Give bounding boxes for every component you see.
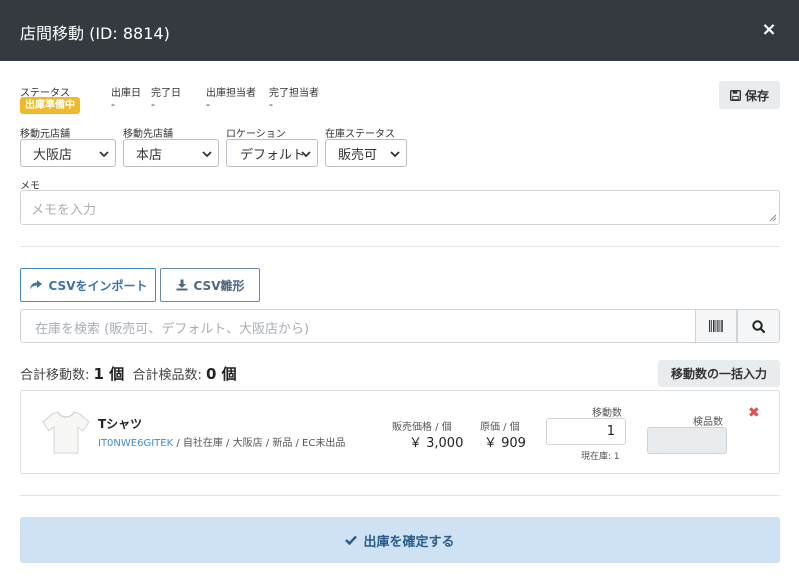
chevron-down-icon: [202, 151, 212, 158]
current-stock-note: 現在庫: 1: [581, 452, 620, 462]
ship-date-value: -: [111, 98, 115, 111]
search-icon: [752, 319, 765, 333]
save-icon: [729, 89, 741, 101]
barcode-button[interactable]: [695, 309, 737, 343]
bulk-quantity-button[interactable]: 移動数の一括入力: [658, 360, 780, 387]
stock-status-label: 在庫ステータス: [325, 129, 395, 140]
cost-label: 原価 / 個: [480, 422, 520, 433]
csv-template-button[interactable]: CSV雛形: [160, 268, 260, 302]
share-icon: [29, 280, 42, 290]
from-store-select[interactable]: 大阪店: [20, 139, 116, 167]
csv-template-label: CSV雛形: [193, 278, 245, 293]
item-meta: / 自社在庫 / 大阪店 / 新品 / EC未出品: [173, 438, 346, 449]
chevron-down-icon: [390, 151, 400, 158]
status-badge: 出庫準備中: [20, 97, 80, 114]
location-select[interactable]: デフォルト: [226, 139, 318, 167]
sale-price-value: ￥ 3,000: [409, 436, 464, 451]
total-move-value: 1 個: [93, 365, 125, 383]
modal-title: 店間移動 (ID: 8814): [20, 24, 170, 43]
ship-staff-value: -: [206, 98, 210, 111]
tshirt-icon: [42, 411, 90, 454]
confirm-shipment-button[interactable]: 出庫を確定する: [20, 517, 780, 563]
inspect-label: 検品数: [693, 417, 723, 428]
search-placeholder: 在庫を検索 (販売可、デフォルト、大阪店から): [35, 322, 310, 337]
stock-status-value: 販売可: [338, 147, 378, 163]
download-icon: [176, 279, 188, 291]
remove-icon[interactable]: ✖: [748, 405, 760, 421]
resize-grip-icon[interactable]: [769, 214, 777, 222]
total-inspect-label: 合計検品数:: [132, 368, 202, 383]
divider: [20, 495, 780, 496]
memo-placeholder: メモを入力: [31, 203, 97, 218]
chevron-down-icon: [99, 151, 109, 158]
check-icon: [345, 535, 358, 545]
location-label: ロケーション: [226, 129, 286, 140]
location-value: デフォルト: [240, 147, 306, 163]
barcode-icon: [708, 320, 723, 332]
totals-summary: 合計移動数: 1 個 合計検品数: 0 個: [20, 363, 237, 384]
done-staff-value: -: [269, 98, 273, 111]
done-staff-label: 完了担当者: [269, 88, 319, 99]
close-button[interactable]: ×: [760, 18, 778, 42]
inspect-quantity-input: [647, 427, 727, 454]
done-date-value: -: [151, 98, 155, 111]
ship-date-label: 出庫日: [111, 88, 141, 99]
ship-staff-label: 出庫担当者: [206, 88, 256, 99]
save-label: 保存: [744, 88, 769, 103]
to-store-label: 移動先店舗: [123, 129, 173, 140]
from-store-label: 移動元店舗: [20, 129, 70, 140]
close-icon[interactable]: ×: [761, 19, 776, 40]
total-inspect-value: 0 個: [206, 365, 237, 383]
import-csv-label: CSVをインポート: [48, 278, 148, 293]
import-csv-button[interactable]: CSVをインポート: [20, 268, 156, 302]
search-button[interactable]: [737, 309, 780, 343]
save-button[interactable]: 保存: [719, 81, 780, 109]
from-store-value: 大阪店: [33, 147, 73, 163]
item-sku-link[interactable]: IT0NWE6GITEK: [98, 438, 173, 449]
item-meta-row: IT0NWE6GITEK / 自社在庫 / 大阪店 / 新品 / EC未出品: [98, 434, 345, 449]
sale-price-label: 販売価格 / 個: [392, 422, 452, 433]
chevron-down-icon: [301, 151, 311, 158]
stock-status-select[interactable]: 販売可: [325, 139, 407, 167]
quantity-input[interactable]: 1: [546, 418, 626, 445]
cost-value: ￥ 909: [484, 436, 526, 451]
modal-header: 店間移動 (ID: 8814) ×: [0, 0, 799, 61]
confirm-label: 出庫を確定する: [363, 534, 455, 550]
memo-textarea[interactable]: メモを入力: [20, 190, 780, 225]
to-store-select[interactable]: 本店: [123, 139, 219, 167]
done-date-label: 完了日: [151, 88, 181, 99]
to-store-value: 本店: [136, 147, 163, 163]
divider: [20, 246, 780, 247]
quantity-label: 移動数: [592, 408, 622, 419]
item-name: Tシャツ: [98, 417, 143, 431]
stock-search-input[interactable]: 在庫を検索 (販売可、デフォルト、大阪店から): [20, 309, 696, 343]
total-move-label: 合計移動数:: [20, 368, 90, 383]
